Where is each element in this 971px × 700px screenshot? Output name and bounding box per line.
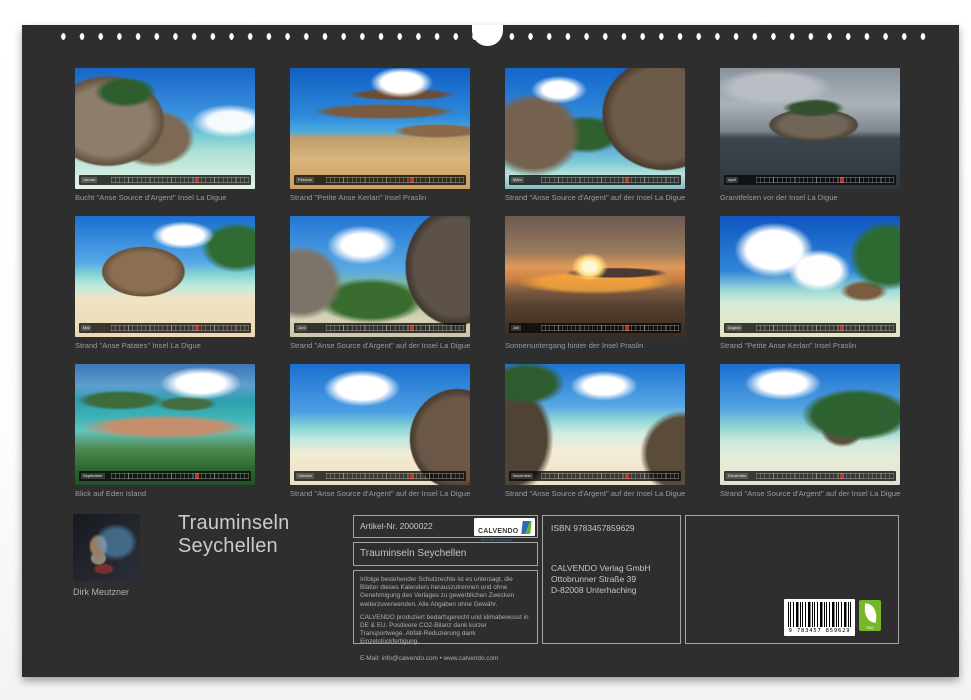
contact-email-line: E-Mail: info@calvendo.com • www.calvendo… (360, 655, 531, 663)
mini-month-calendar: Februar (294, 175, 466, 185)
month-photo: Juni (290, 216, 470, 337)
mini-calendar-month-label: Oktober (296, 473, 314, 479)
mini-month-calendar: November (509, 471, 681, 481)
barcode-box: 9 783457 859629 eco (685, 515, 899, 644)
mini-month-calendar: Januar (79, 175, 251, 185)
mini-calendar-month-label: Mai (81, 325, 91, 331)
mini-month-calendar: April (724, 175, 896, 185)
calvendo-logo: CALVENDO Dein Kalenderverlag (474, 518, 535, 536)
month-photo: Februar (290, 68, 470, 189)
mini-month-calendar: September (79, 471, 251, 481)
legal-paragraph: Infolge bestehender Schutzrechte ist es … (360, 576, 531, 609)
mini-month-calendar: Juli (509, 323, 681, 333)
eco-label: eco (859, 625, 881, 630)
month-photo: Oktober (290, 364, 470, 485)
isbn-number: ISBN 9783457859629 (551, 523, 672, 533)
mini-calendar-month-label: März (511, 177, 524, 183)
mini-calendar-month-label: November (511, 473, 533, 479)
month-photo: August (720, 216, 900, 337)
calendar-month-thumbnail: September Blick auf Eden Island (75, 364, 255, 512)
calendar-month-thumbnail: April Granitfelsen vor der Insel La Digu… (720, 68, 900, 216)
photo-caption: Strand "Anse Source d'Argent" auf der In… (290, 489, 470, 498)
photo-caption: Granitfelsen vor der Insel La Digue (720, 193, 900, 202)
photo-caption: Strand "Petite Anse Kerlan" Insel Prasli… (290, 193, 470, 202)
calendar-month-thumbnail: Juni Strand "Anse Source d'Argent" auf d… (290, 216, 470, 364)
author-photo (73, 514, 140, 581)
mini-month-calendar: März (509, 175, 681, 185)
month-photo: Juli (505, 216, 685, 337)
month-photo: Mai (75, 216, 255, 337)
calendar-month-thumbnail: November Strand "Anse Source d'Argent" a… (505, 364, 685, 512)
thumbnail-grid: Januar Bucht "Anse Source d'Argent" Inse… (75, 68, 900, 512)
isbn-barcode: 9 783457 859629 (784, 599, 855, 636)
mini-calendar-month-label: Dezember (726, 473, 748, 479)
author-name: Dirk Meutzner (73, 587, 129, 597)
mini-calendar-month-label: Juli (511, 325, 521, 331)
barcode-bars (788, 602, 851, 627)
article-number: Artikel-Nr. 2000022 (360, 521, 433, 531)
legal-text-box: Infolge bestehender Schutzrechte ist es … (353, 570, 538, 644)
calendar-back-cover: Januar Bucht "Anse Source d'Argent" Inse… (0, 0, 971, 700)
calendar-month-thumbnail: Februar Strand "Petite Anse Kerlan" Inse… (290, 68, 470, 216)
leaf-icon (862, 603, 877, 623)
mini-month-calendar: August (724, 323, 896, 333)
isbn-box: ISBN 9783457859629 CALVENDO Verlag GmbH … (542, 515, 681, 644)
photo-caption: Bucht "Anse Source d'Argent" Insel La Di… (75, 193, 255, 202)
photo-caption: Strand "Petite Anse Kerlan" Insel Prasli… (720, 341, 900, 350)
calendar-month-thumbnail: Oktober Strand "Anse Source d'Argent" au… (290, 364, 470, 512)
article-number-box: Artikel-Nr. 2000022 CALVENDO Dein Kalend… (353, 515, 538, 538)
calendar-month-thumbnail: August Strand "Petite Anse Kerlan" Insel… (720, 216, 900, 364)
legal-paragraph: CALVENDO produziert bedarfsgerecht und k… (360, 614, 531, 647)
mini-month-calendar: Mai (79, 323, 251, 333)
calendar-title-box: Trauminseln Seychellen (353, 542, 538, 566)
month-photo: Januar (75, 68, 255, 189)
mini-calendar-month-label: Februar (296, 177, 314, 183)
calendar-title: Trauminseln Seychellen (178, 512, 290, 558)
photo-caption: Strand "Anse Source d'Argent" auf der In… (505, 489, 685, 498)
mini-calendar-month-label: April (726, 177, 738, 183)
photo-caption: Strand "Anse Source d'Argent" auf der In… (720, 489, 900, 498)
photo-caption: Strand "Anse Patates" Insel La Digue (75, 341, 255, 350)
eco-logo: eco (859, 600, 881, 631)
photo-caption: Strand "Anse Source d'Argent" auf der In… (290, 341, 470, 350)
barcode-digits: 9 783457 859629 (784, 628, 855, 634)
publisher-info-area: Artikel-Nr. 2000022 CALVENDO Dein Kalend… (353, 515, 899, 644)
month-photo: April (720, 68, 900, 189)
mini-month-calendar: Juni (294, 323, 466, 333)
mini-month-calendar: Dezember (724, 471, 896, 481)
calvendo-logo-mark-icon (521, 521, 531, 534)
mini-month-calendar: Oktober (294, 471, 466, 481)
month-photo: März (505, 68, 685, 189)
calendar-month-thumbnail: Januar Bucht "Anse Source d'Argent" Inse… (75, 68, 255, 216)
photo-caption: Sonnenuntergang hinter der Insel Praslin (505, 341, 685, 350)
mini-calendar-month-label: Juni (296, 325, 307, 331)
calendar-month-thumbnail: Dezember Strand "Anse Source d'Argent" a… (720, 364, 900, 512)
calendar-month-thumbnail: Mai Strand "Anse Patates" Insel La Digue (75, 216, 255, 364)
photo-caption: Strand "Anse Source d'Argent" auf der In… (505, 193, 685, 202)
month-photo: September (75, 364, 255, 485)
calendar-month-thumbnail: Juli Sonnenuntergang hinter der Insel Pr… (505, 216, 685, 364)
month-photo: Dezember (720, 364, 900, 485)
publisher-address: CALVENDO Verlag GmbH Ottobrunner Straße … (551, 563, 672, 597)
photo-caption: Blick auf Eden Island (75, 489, 255, 498)
month-photo: November (505, 364, 685, 485)
calendar-back-panel: Januar Bucht "Anse Source d'Argent" Inse… (22, 25, 959, 677)
mini-calendar-month-label: September (81, 473, 105, 479)
mini-calendar-month-label: August (726, 325, 742, 331)
calendar-month-thumbnail: März Strand "Anse Source d'Argent" auf d… (505, 68, 685, 216)
mini-calendar-month-label: Januar (81, 177, 97, 183)
calendar-title-small: Trauminseln Seychellen (360, 548, 466, 559)
